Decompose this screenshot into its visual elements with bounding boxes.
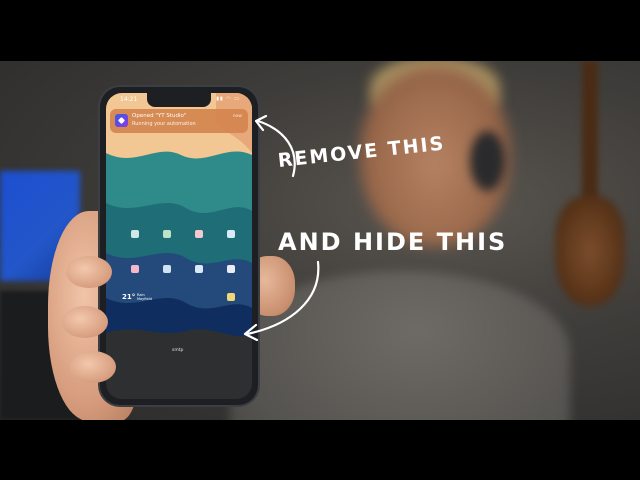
finger-2	[62, 306, 108, 338]
letterbox-bottom	[0, 420, 640, 480]
notification-time: now	[232, 114, 242, 119]
app-icon-8[interactable]	[227, 265, 235, 273]
phone: 14:21 ▮▮ ◠ ▭ Opened "YT Studio" Running …	[100, 87, 258, 405]
guitar-body	[555, 196, 625, 306]
notification-title: Opened "YT Studio"	[132, 113, 187, 119]
status-icons: ▮▮ ◠ ▭	[216, 96, 240, 102]
finger-1	[66, 256, 112, 288]
annotation-and-hide-this: AND HIDE THIS	[278, 228, 508, 256]
status-time: 14:21	[120, 96, 138, 103]
notification-banner[interactable]: Opened "YT Studio" Running your automati…	[110, 109, 248, 133]
phone-screen: 14:21 ▮▮ ◠ ▭ Opened "YT Studio" Running …	[106, 93, 252, 399]
shortcuts-app-icon	[115, 114, 128, 127]
app-icon-5[interactable]	[131, 265, 139, 273]
app-icon-2[interactable]	[163, 230, 171, 238]
notification-body: Running your automation	[132, 121, 196, 127]
widget-label: smtp	[172, 348, 184, 353]
app-icon-6[interactable]	[163, 265, 171, 273]
weather-location: Mayfield	[137, 297, 152, 301]
app-icon-4[interactable]	[227, 230, 235, 238]
app-icon-3[interactable]	[195, 230, 203, 238]
letterbox-top	[0, 0, 640, 61]
phone-notch	[147, 93, 211, 107]
app-icon-9[interactable]	[227, 293, 235, 301]
weather-temperature: 21°	[122, 293, 136, 301]
finger-3	[70, 351, 116, 383]
guitar-neck	[582, 61, 598, 211]
person-headphone	[470, 131, 505, 191]
app-icon-7[interactable]	[195, 265, 203, 273]
wallpaper	[106, 93, 252, 399]
weather-description: Rain Mayfield	[137, 293, 152, 301]
app-icon-1[interactable]	[131, 230, 139, 238]
